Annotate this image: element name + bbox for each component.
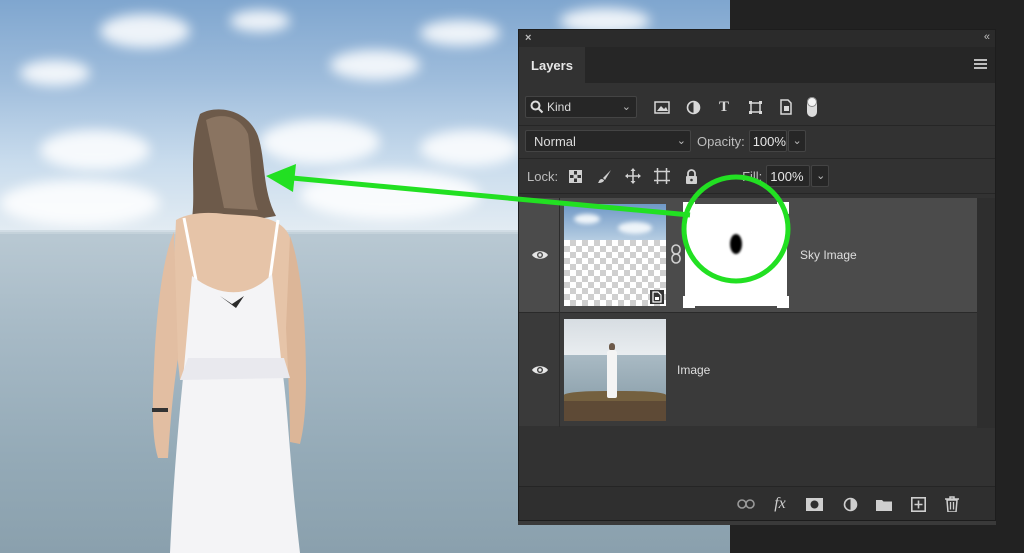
visibility-column	[519, 198, 560, 312]
layer-name[interactable]: Sky Image	[800, 248, 857, 262]
add-layer-style-fx-button[interactable]: fx	[769, 494, 791, 514]
eye-visibility-icon[interactable]	[531, 364, 549, 376]
chevron-down-icon: ⌄	[816, 170, 826, 182]
lock-artboard-crop-icon[interactable]	[651, 165, 673, 187]
lock-all-padlock-icon[interactable]	[680, 165, 702, 187]
lock-position-move-icon[interactable]	[622, 165, 644, 187]
blend-mode-select[interactable]: Normal ⌄	[525, 130, 691, 152]
layer-row-sky-image[interactable]: Sky Image	[519, 198, 977, 312]
image-layer-thumbnail[interactable]	[564, 319, 666, 421]
filter-toggle-switch[interactable]	[807, 97, 817, 117]
delete-layer-trash-icon[interactable]	[941, 494, 963, 514]
lock-label: Lock:	[527, 168, 559, 184]
eye-visibility-icon[interactable]	[531, 249, 549, 261]
tab-layers[interactable]: Layers	[519, 47, 585, 83]
smart-object-filter-icon[interactable]	[775, 96, 797, 118]
layer-name[interactable]: Image	[677, 363, 710, 377]
layers-panel: × « Layers Kind ⌄ T Normal ⌄ Opacity: 10…	[518, 29, 996, 521]
add-layer-mask-icon[interactable]	[803, 494, 825, 514]
lock-row: Lock: Fill: 100% ⌄	[519, 163, 995, 189]
opacity-dropdown-button[interactable]: ⌄	[787, 130, 806, 152]
smart-object-badge-icon	[650, 290, 664, 304]
panel-menu-icon[interactable]	[974, 59, 987, 71]
search-icon	[530, 100, 544, 114]
opacity-value: 100%	[752, 133, 786, 149]
blend-row: Normal ⌄ Opacity: 100% ⌄	[519, 128, 995, 154]
filter-row: Kind ⌄ T	[519, 92, 995, 122]
filter-kind-select[interactable]: Kind ⌄	[525, 96, 637, 118]
fill-value: 100%	[770, 168, 804, 184]
chevron-down-icon: ⌄	[621, 101, 631, 113]
chevron-down-icon: ⌄	[676, 135, 686, 147]
link-layers-icon[interactable]	[735, 494, 757, 514]
opacity-field[interactable]: 100%	[748, 130, 787, 152]
panel-tab-row: Layers	[519, 47, 995, 83]
chevron-down-icon: ⌄	[792, 135, 802, 147]
collapse-panel-icon[interactable]: «	[984, 31, 990, 43]
panel-title-bar: × «	[519, 30, 995, 47]
mask-link-chain-icon[interactable]	[670, 244, 682, 264]
lock-image-pixels-brush-icon[interactable]	[593, 165, 615, 187]
layers-scrollbar[interactable]	[977, 198, 995, 428]
fill-label: Fill:	[742, 168, 763, 184]
type-layer-filter-icon[interactable]: T	[713, 96, 735, 118]
mask-black-spot	[730, 234, 742, 254]
opacity-label: Opacity:	[697, 133, 745, 149]
layer-mask-thumbnail[interactable]	[685, 204, 787, 306]
panel-bottom-edge	[518, 521, 996, 525]
lock-transparent-pixels-icon[interactable]	[564, 165, 586, 187]
new-adjustment-layer-icon[interactable]	[839, 494, 861, 514]
layer-row-image[interactable]: Image	[519, 312, 977, 427]
adjustment-layer-filter-icon[interactable]	[682, 96, 704, 118]
woman-figure	[152, 109, 306, 553]
pixel-layer-filter-icon[interactable]	[651, 96, 673, 118]
sky-image-layer-thumbnail[interactable]	[564, 204, 666, 306]
new-layer-icon[interactable]	[907, 494, 929, 514]
fill-dropdown-button[interactable]: ⌄	[811, 165, 830, 187]
layers-bottom-toolbar: fx	[519, 486, 995, 520]
new-group-folder-icon[interactable]	[873, 494, 895, 514]
visibility-column	[519, 313, 560, 427]
fill-field[interactable]: 100%	[766, 165, 811, 187]
close-panel-icon[interactable]: ×	[525, 32, 531, 44]
filter-kind-label: Kind	[547, 100, 572, 114]
shape-layer-filter-icon[interactable]	[744, 96, 766, 118]
blend-mode-value: Normal	[534, 133, 576, 149]
